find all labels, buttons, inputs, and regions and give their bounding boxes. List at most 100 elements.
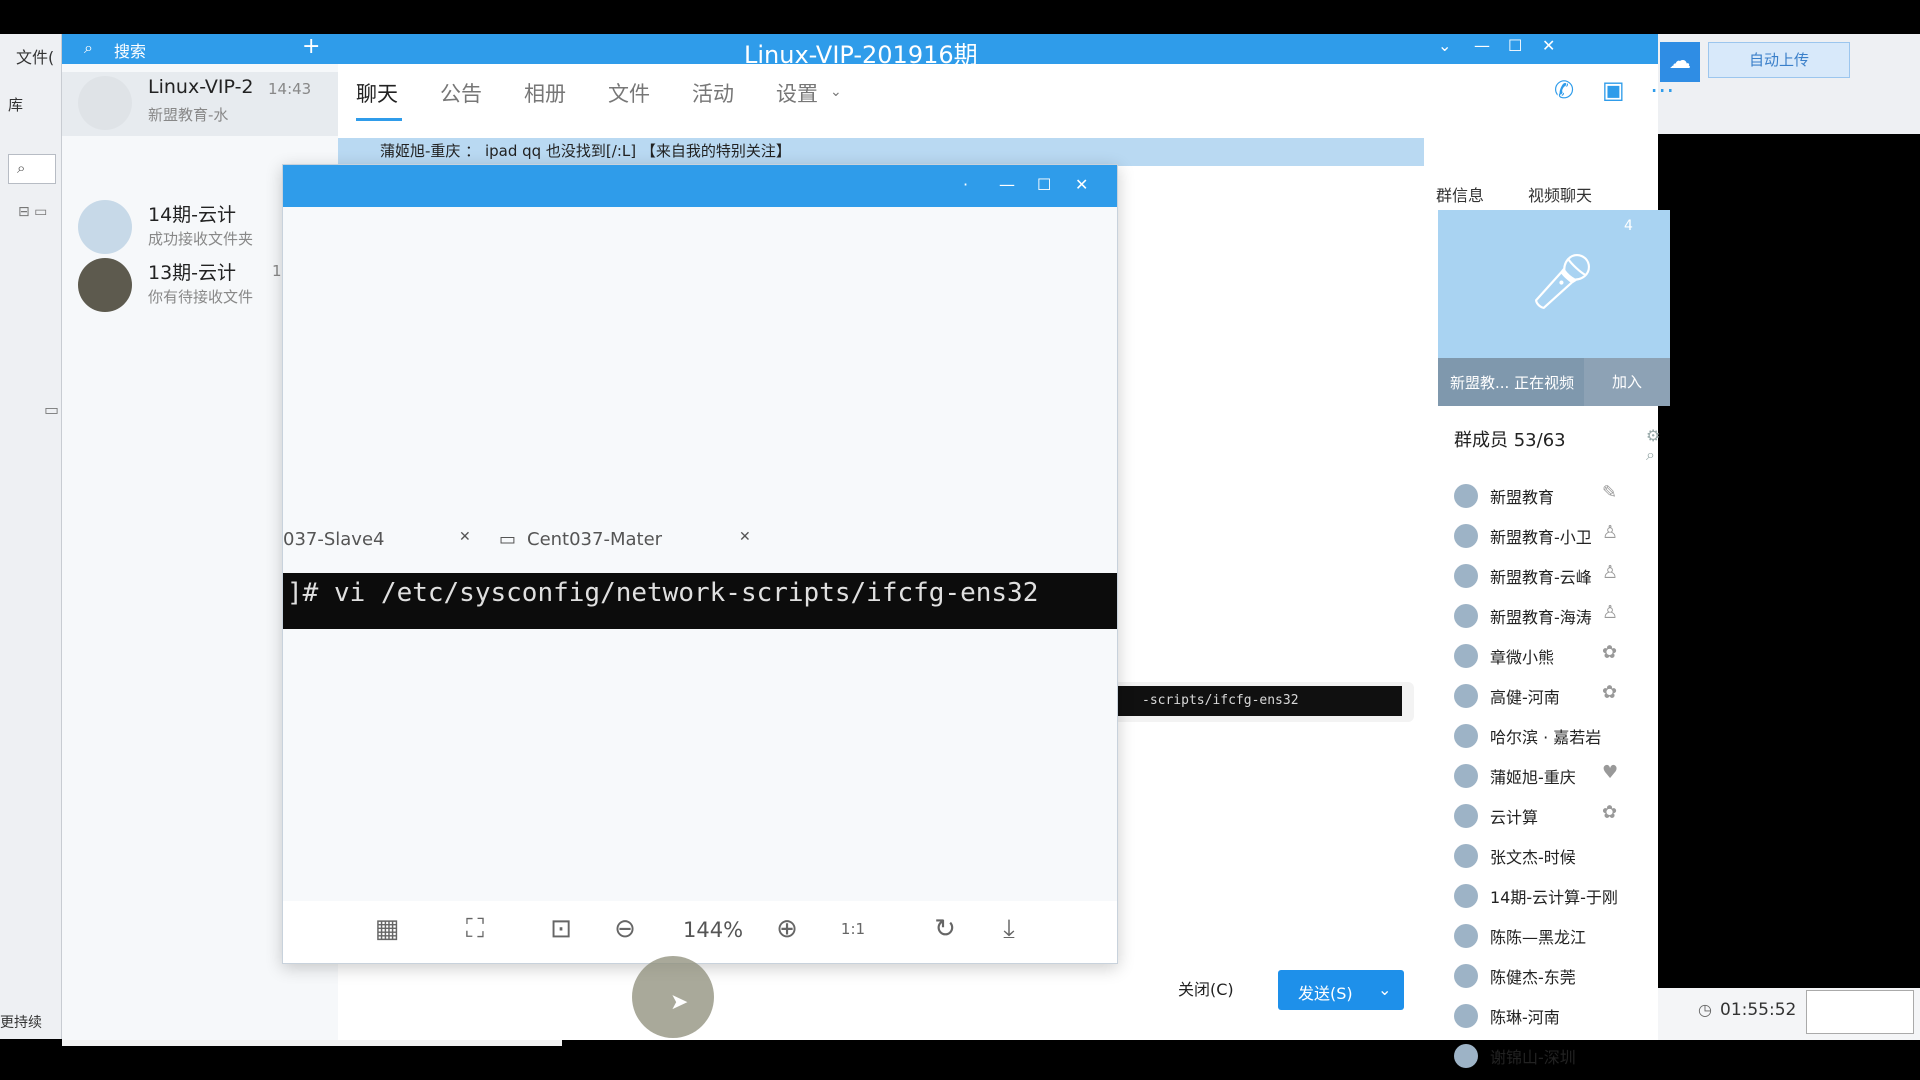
member-row[interactable]: 云计算 ✿ [1454,800,1658,832]
clock-icon: ◷ [1698,1000,1712,1019]
terminal-command: ]# vi /etc/sysconfig/network-scripts/ifc… [283,573,1117,629]
member-row[interactable]: 14期-云计算-于刚 [1454,880,1658,912]
maximize-icon[interactable]: ☐ [1037,175,1051,194]
member-row[interactable]: 新盟教育-云峰 ♙ [1454,560,1658,592]
search-icon[interactable]: ⌕ [84,38,93,58]
member-row[interactable]: 哈尔滨 · 嘉若岩 [1454,720,1658,752]
join-button[interactable]: 加入 [1584,358,1670,406]
close-button[interactable]: 关闭(C) [1178,976,1242,1006]
chat-image-message[interactable]: -scripts/ifcfg-ens32 [1112,682,1414,722]
chevron-down-icon[interactable]: ⌄ [830,84,842,100]
group-avatar [78,258,132,312]
maximize-icon[interactable]: ☐ [1508,36,1522,55]
member-row[interactable]: 陈琳-河南 [1454,1000,1658,1032]
left-search-input[interactable]: ⌕ [8,154,56,184]
more-icon[interactable]: ⋯ [1650,76,1674,104]
microphone-icon: 🎤︎ [1528,250,1597,313]
member-badge-icon: ✿ [1602,642,1618,663]
tree-node-icon: ▭ [44,400,60,419]
member-row[interactable]: 谢锦山-深圳 [1454,1040,1658,1072]
crop-icon[interactable]: ⛶ [455,909,495,949]
background-app-left: 文件( 库 ⌕ ⊟ ▭ ▭ [0,34,62,1039]
download-icon[interactable]: ⤓ [989,909,1029,949]
group-avatar [78,76,132,130]
tab-settings[interactable]: 设置 [776,78,818,108]
search-input[interactable]: 搜索 [114,38,146,62]
image-viewer-window: · — ☐ ✕ 037-Slave4 ✕ ▭ Cent037-Mater ✕ ]… [282,164,1118,964]
member-row[interactable]: 新盟教育-小卫 ♙ [1454,520,1658,552]
member-row[interactable]: 高健-河南 ✿ [1454,680,1658,712]
add-icon[interactable]: + [302,34,320,59]
tab-video-chat[interactable]: 视频聊天 [1528,182,1592,206]
thumbnail-icon[interactable]: ▦ [367,909,407,949]
avatar [1454,684,1478,708]
screenshot-tab-right: Cent037-Mater [527,529,663,550]
screen: 文件( 库 ⌕ ⊟ ▭ ▭ 更持续 ☁ 自动上传 ◷ 01:55:52 ⌕ 搜索… [0,0,1920,1080]
minimize-icon[interactable]: — [1474,36,1490,55]
screenshot-tab-close-icon: ✕ [459,529,471,545]
member-badge-icon: ♙ [1602,562,1619,583]
screen-share-icon[interactable]: ▣ [1602,76,1625,104]
member-name: 谢锦山-深圳 [1490,1048,1576,1067]
zoom-out-icon[interactable]: ⊖ [605,909,645,949]
member-name: 14期-云计算-于刚 [1490,888,1618,907]
member-tools-icons[interactable]: ⚙ ⌕ [1646,426,1660,465]
cursor-arrow-icon: ➤ [670,990,689,1015]
actual-size-icon[interactable]: 1:1 [833,909,873,949]
video-chat-card[interactable]: 4 🎤︎ 新盟教... 正在视频 加入 [1438,210,1670,406]
close-icon[interactable]: ✕ [1075,175,1088,194]
menu-file[interactable]: 文件( [16,44,54,68]
minimize-icon[interactable]: — [999,175,1015,194]
chevron-down-icon[interactable]: ⌄ [1378,980,1391,999]
announcement-bar[interactable]: 蒲姬旭-重庆 ： ipad qq 也没找到[/:L] 【来自我的特别关注】 [338,138,1424,166]
avatar [1454,924,1478,948]
phone-icon[interactable]: ✆ [1554,76,1574,104]
avatar [1454,844,1478,868]
member-row[interactable]: 陈健杰-东莞 [1454,960,1658,992]
conversation-preview: 新盟教育-水 [148,106,229,124]
auto-upload-button[interactable]: 自动上传 [1708,42,1850,78]
tab-announcement[interactable]: 公告 [440,78,482,108]
member-row[interactable]: 新盟教育-海涛 ♙ [1454,600,1658,632]
screenshot-tab-left: 037-Slave4 [283,529,385,550]
tab-chat[interactable]: 聊天 [356,78,398,108]
send-button[interactable]: 发送(S) ⌄ [1278,970,1404,1010]
screenshot-tabstrip: 037-Slave4 ✕ ▭ Cent037-Mater ✕ [283,529,1117,553]
member-row[interactable]: 蒲姬旭-重庆 ♥ [1454,760,1658,792]
member-name: 云计算 [1490,808,1539,827]
tab-group-info[interactable]: 群信息 [1436,182,1484,206]
mouse-pointer-highlight: ➤ [632,956,714,1038]
tab-album[interactable]: 相册 [524,78,566,108]
member-badge-icon: ✿ [1602,802,1618,823]
tray-popup[interactable] [1806,990,1914,1034]
announcement-text: 蒲姬旭-重庆 ： ipad qq 也没找到[/:L] 【来自我的特别关注】 [380,142,791,160]
member-row[interactable]: 章微小熊 ✿ [1454,640,1658,672]
tree-collapse-icon[interactable]: ⊟ ▭ [18,204,47,220]
image-canvas[interactable]: 037-Slave4 ✕ ▭ Cent037-Mater ✕ ]# vi /et… [283,207,1117,901]
pin-icon[interactable]: · [963,175,968,194]
conversation-preview: 你有待接收文件 [148,288,254,306]
conversation-name: 14期-云计 [148,204,237,226]
member-name: 哈尔滨 · 嘉若岩 [1490,728,1602,747]
member-name: 新盟教育-小卫 [1490,528,1592,547]
chevron-down-icon[interactable]: ⌄ [1438,36,1451,55]
fit-screen-icon[interactable]: ⊡ [541,909,581,949]
rotate-icon[interactable]: ↻ [925,909,965,949]
tab-activity[interactable]: 活动 [692,78,734,108]
avatar [1454,484,1478,508]
member-row[interactable]: 陈陈—黑龙江 [1454,920,1658,952]
avatar [1454,724,1478,748]
conversation-preview: 成功接收文件夹 [148,230,254,248]
chat-image-terminal-text: -scripts/ifcfg-ens32 [1112,686,1402,716]
background-status-text: 更持续 [0,1015,42,1031]
member-name: 章微小熊 [1490,648,1555,667]
zoom-level: 144% [683,918,744,942]
member-row[interactable]: 新盟教育 ✎ [1454,480,1658,512]
close-icon[interactable]: ✕ [1542,36,1555,55]
avatar [1454,604,1478,628]
zoom-in-icon[interactable]: ⊕ [767,909,807,949]
tab-files[interactable]: 文件 [608,78,650,108]
conversation-item[interactable]: Linux-VIP-2 14:43 新盟教育-水 [62,72,338,136]
member-name: 陈健杰-东莞 [1490,968,1576,987]
member-row[interactable]: 张文杰-时候 [1454,840,1658,872]
